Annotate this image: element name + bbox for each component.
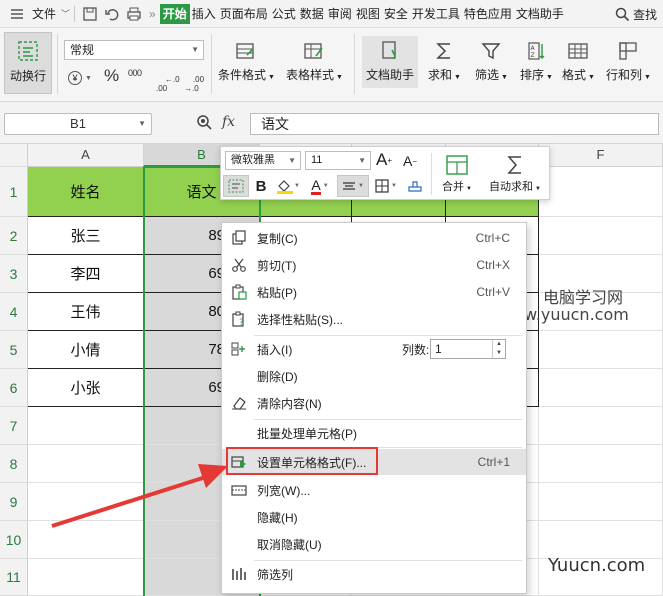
annotation-arrow bbox=[51, 464, 228, 528]
